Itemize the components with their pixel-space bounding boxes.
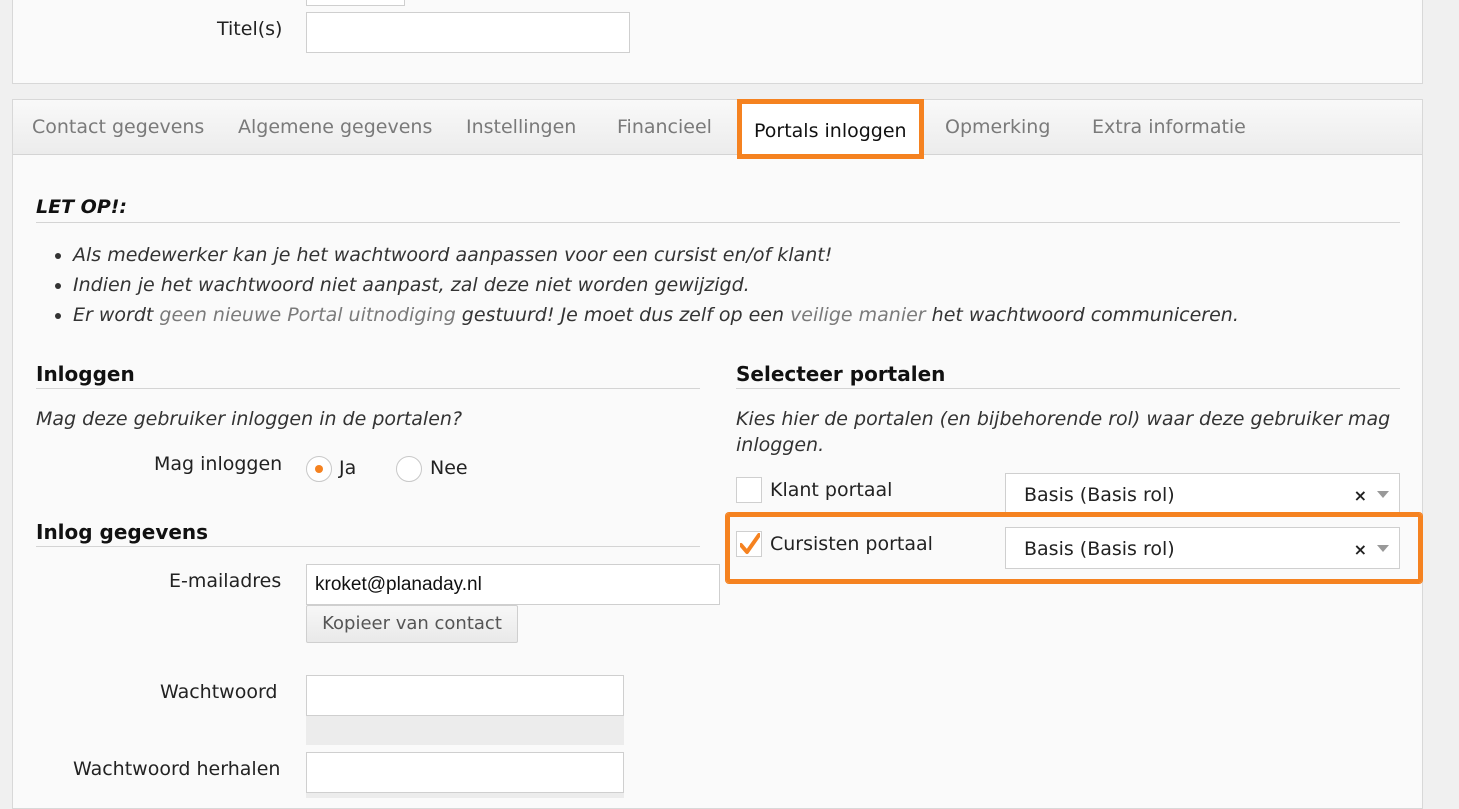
notice-text: Er wordt bbox=[73, 304, 160, 326]
titel-input[interactable] bbox=[306, 12, 630, 53]
klant-portaal-role-value: Basis (Basis rol) bbox=[1024, 484, 1175, 506]
password-strength-meter bbox=[306, 716, 624, 745]
notice-item: Er wordt geen nieuwe Portal uitnodiging … bbox=[73, 300, 1239, 330]
previous-field-input[interactable] bbox=[306, 0, 405, 6]
tab-instellingen[interactable]: Instellingen bbox=[466, 100, 576, 155]
notice-text: het wachtwoord communiceren. bbox=[925, 304, 1239, 326]
titel-label: Titel(s) bbox=[217, 18, 283, 40]
notice-list: Als medewerker kan je het wachtwoord aan… bbox=[55, 240, 1239, 330]
tab-contact-gegevens[interactable]: Contact gegevens bbox=[32, 100, 204, 155]
notice-highlight-safe-way: veilige manier bbox=[790, 304, 926, 326]
email-input[interactable] bbox=[306, 564, 720, 605]
klant-portaal-checkbox[interactable] bbox=[736, 477, 762, 503]
credentials-heading: Inlog gegevens bbox=[36, 520, 700, 547]
klant-portaal-label[interactable]: Klant portaal bbox=[770, 479, 892, 501]
login-question: Mag deze gebruiker inloggen in de portal… bbox=[36, 408, 463, 430]
cursisten-portaal-highlight bbox=[726, 513, 1422, 583]
contact-form-top-panel bbox=[12, 0, 1423, 84]
chevron-down-icon[interactable] bbox=[1377, 491, 1389, 498]
notice-text: gestuurd! Je moet dus zelf op een bbox=[455, 304, 791, 326]
mag-inloggen-label: Mag inloggen bbox=[154, 453, 283, 475]
notice-item: Indien je het wachtwoord niet aanpast, z… bbox=[73, 270, 1239, 300]
password-label: Wachtwoord bbox=[160, 681, 278, 703]
radio-ja[interactable] bbox=[306, 456, 332, 482]
klant-portaal-role-select[interactable]: Basis (Basis rol) × bbox=[1005, 473, 1400, 515]
login-heading: Inloggen bbox=[36, 362, 700, 389]
copy-from-contact-button[interactable]: Kopieer van contact bbox=[306, 605, 518, 643]
email-label: E-mailadres bbox=[169, 570, 282, 592]
tab-financieel[interactable]: Financieel bbox=[617, 100, 712, 155]
portals-heading: Selecteer portalen bbox=[736, 362, 1400, 389]
password-repeat-input[interactable] bbox=[306, 752, 624, 793]
tab-portals-inloggen[interactable]: Portals inloggen bbox=[738, 100, 923, 158]
password-repeat-label: Wachtwoord herhalen bbox=[73, 758, 281, 780]
password-input[interactable] bbox=[306, 675, 624, 716]
portals-description: Kies hier de portalen (en bijbehorende r… bbox=[736, 408, 1391, 456]
tab-opmerking[interactable]: Opmerking bbox=[945, 100, 1050, 155]
notice-highlight-invitation: geen nieuwe Portal uitnodiging bbox=[159, 304, 456, 326]
radio-ja-label[interactable]: Ja bbox=[339, 457, 356, 479]
notice-item: Als medewerker kan je het wachtwoord aan… bbox=[73, 240, 1239, 270]
radio-nee[interactable] bbox=[396, 456, 422, 482]
password-repeat-strength-meter bbox=[306, 793, 624, 798]
notice-heading: LET OP!: bbox=[36, 196, 1400, 223]
tab-extra-informatie[interactable]: Extra informatie bbox=[1092, 100, 1246, 155]
tab-bar: Contact gegevens Algemene gegevens Inste… bbox=[13, 100, 1422, 158]
tab-algemene-gegevens[interactable]: Algemene gegevens bbox=[238, 100, 432, 155]
radio-nee-label[interactable]: Nee bbox=[430, 457, 468, 479]
clear-icon[interactable]: × bbox=[1354, 486, 1367, 505]
